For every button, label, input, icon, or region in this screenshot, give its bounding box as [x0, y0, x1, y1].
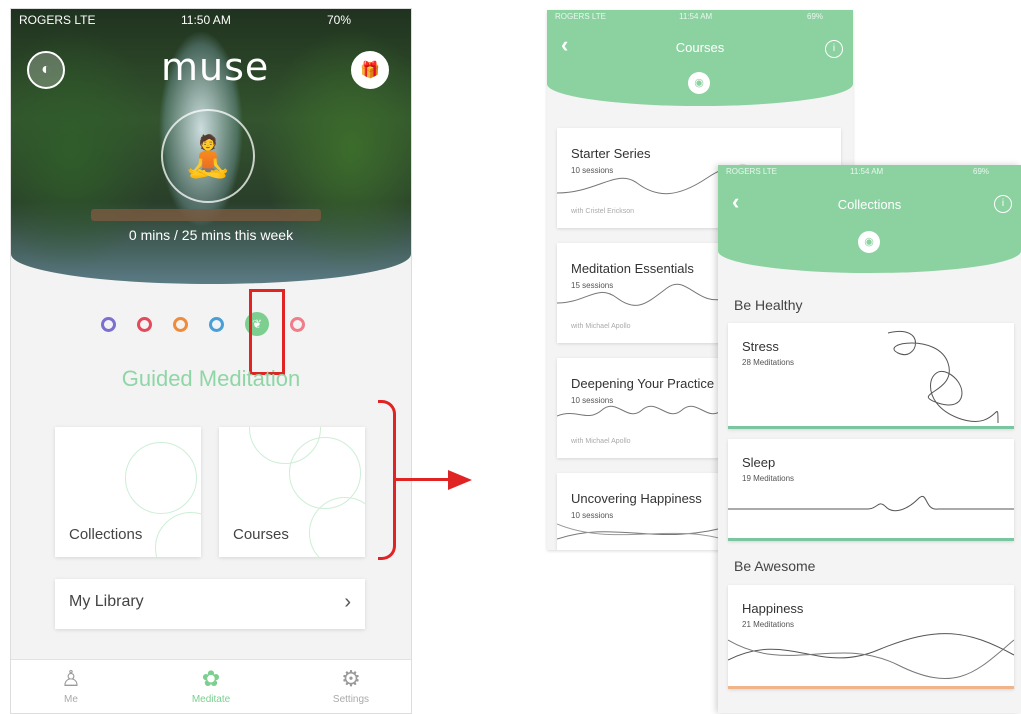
headband-status-button[interactable]: ◐	[27, 51, 65, 89]
collection-count: 28 Meditations	[742, 358, 795, 367]
status-carrier: ROGERS LTE	[19, 13, 96, 27]
tab-settings[interactable]: ⚙ Settings	[311, 666, 391, 705]
mode-breath-icon[interactable]	[209, 317, 224, 332]
course-author: with Michael Apollo	[571, 438, 631, 445]
info-icon[interactable]: i	[825, 40, 843, 58]
collections-badge-icon: ◉	[858, 231, 880, 253]
weekly-stats: 0 mins / 25 mins this week	[128, 227, 294, 243]
collection-title: Happiness	[742, 601, 804, 616]
course-author: with Cristel Erickson	[571, 208, 635, 215]
collection-count: 21 Meditations	[742, 620, 795, 629]
mode-body-icon[interactable]	[173, 317, 188, 332]
collections-header: ROGERS LTE 11:54 AM 69% ‹ Collections i …	[718, 165, 1021, 273]
collection-title: Stress	[742, 339, 779, 354]
course-author: with Michael Apollo	[571, 323, 631, 330]
my-library-label: My Library	[69, 593, 144, 610]
info-icon[interactable]: i	[994, 195, 1012, 213]
collection-accent-bar	[728, 538, 1014, 541]
collections-title: Collections	[837, 197, 902, 212]
headband-icon: ◐	[41, 61, 51, 78]
group-label-be-healthy: Be Healthy	[734, 297, 803, 313]
collection-card-sleep[interactable]: Sleep 19 Meditations	[728, 439, 1014, 541]
chevron-right-icon: ›	[344, 591, 351, 613]
gift-icon: 🎁	[360, 62, 380, 79]
hero-bridge-graphic	[91, 209, 321, 221]
section-title: Guided Meditation	[121, 366, 301, 391]
status-battery: 69%	[973, 167, 990, 176]
mode-brain-icon[interactable]	[101, 317, 116, 332]
collections-card-label: Collections	[69, 526, 143, 543]
status-time: 11:54 AM	[679, 12, 713, 21]
arrow-annotation-line	[396, 478, 452, 481]
course-title: Uncovering Happiness	[571, 491, 702, 506]
my-library-row[interactable]: My Library ›	[55, 579, 365, 629]
collections-card[interactable]: Collections	[55, 427, 201, 557]
gift-button[interactable]: 🎁	[351, 51, 389, 89]
muse-home-screen: ROGERS LTE 11:50 AM 70% ◐ muse 🎁 🧘 0 min…	[10, 8, 412, 714]
courses-card-label: Courses	[233, 526, 289, 543]
courses-card[interactable]: Courses	[219, 427, 365, 557]
collection-accent-bar	[728, 686, 1014, 689]
courses-badge-icon: ◉	[688, 72, 710, 94]
decor-circle	[155, 512, 201, 557]
happiness-wave-art	[728, 633, 1014, 680]
person-icon: ♙	[61, 666, 81, 691]
tab-meditate[interactable]: ✿ Meditate	[171, 666, 251, 705]
status-carrier: ROGERS LTE	[555, 12, 606, 21]
tab-settings-label: Settings	[332, 694, 370, 705]
tab-me[interactable]: ♙ Me	[31, 666, 111, 705]
courses-header: ROGERS LTE 11:54 AM 69% ‹ Courses i ◉	[547, 10, 853, 106]
collection-count: 19 Meditations	[742, 474, 795, 483]
collections-screen: ROGERS LTE 11:54 AM 69% ‹ Collections i …	[718, 165, 1021, 713]
bottom-tab-bar: ♙ Me ✿ Meditate ⚙ Settings	[11, 659, 411, 713]
arrow-annotation-head	[448, 470, 472, 490]
collection-card-stress[interactable]: Stress 28 Meditations	[728, 323, 1014, 429]
sleep-line-art	[728, 496, 1014, 512]
mode-heart-icon[interactable]	[137, 317, 152, 332]
collection-accent-bar	[728, 426, 1014, 429]
hero-banner: ROGERS LTE 11:50 AM 70% ◐ muse 🎁 🧘 0 min…	[11, 9, 411, 284]
collection-title: Sleep	[742, 455, 776, 470]
gear-icon: ⚙	[341, 666, 361, 691]
tab-me-label: Me	[64, 694, 78, 705]
status-carrier: ROGERS LTE	[726, 167, 777, 176]
highlight-annotation-box	[249, 289, 285, 375]
courses-title: Courses	[675, 40, 725, 55]
decor-circle	[125, 442, 197, 514]
status-battery: 70%	[327, 13, 352, 27]
status-battery: 69%	[807, 12, 824, 21]
group-label-be-awesome: Be Awesome	[734, 558, 816, 574]
status-time: 11:54 AM	[850, 167, 884, 176]
meditator-icon: 🧘	[161, 109, 255, 203]
brand-logo: muse	[161, 45, 270, 89]
collection-card-happiness[interactable]: Happiness 21 Meditations	[728, 585, 1014, 689]
mode-timer-icon[interactable]	[290, 317, 305, 332]
status-time: 11:50 AM	[181, 13, 231, 27]
tab-meditate-label: Meditate	[191, 694, 231, 705]
lotus-icon: ✿	[201, 666, 221, 691]
stress-squiggle-art	[887, 330, 999, 423]
bracket-annotation	[378, 400, 396, 560]
